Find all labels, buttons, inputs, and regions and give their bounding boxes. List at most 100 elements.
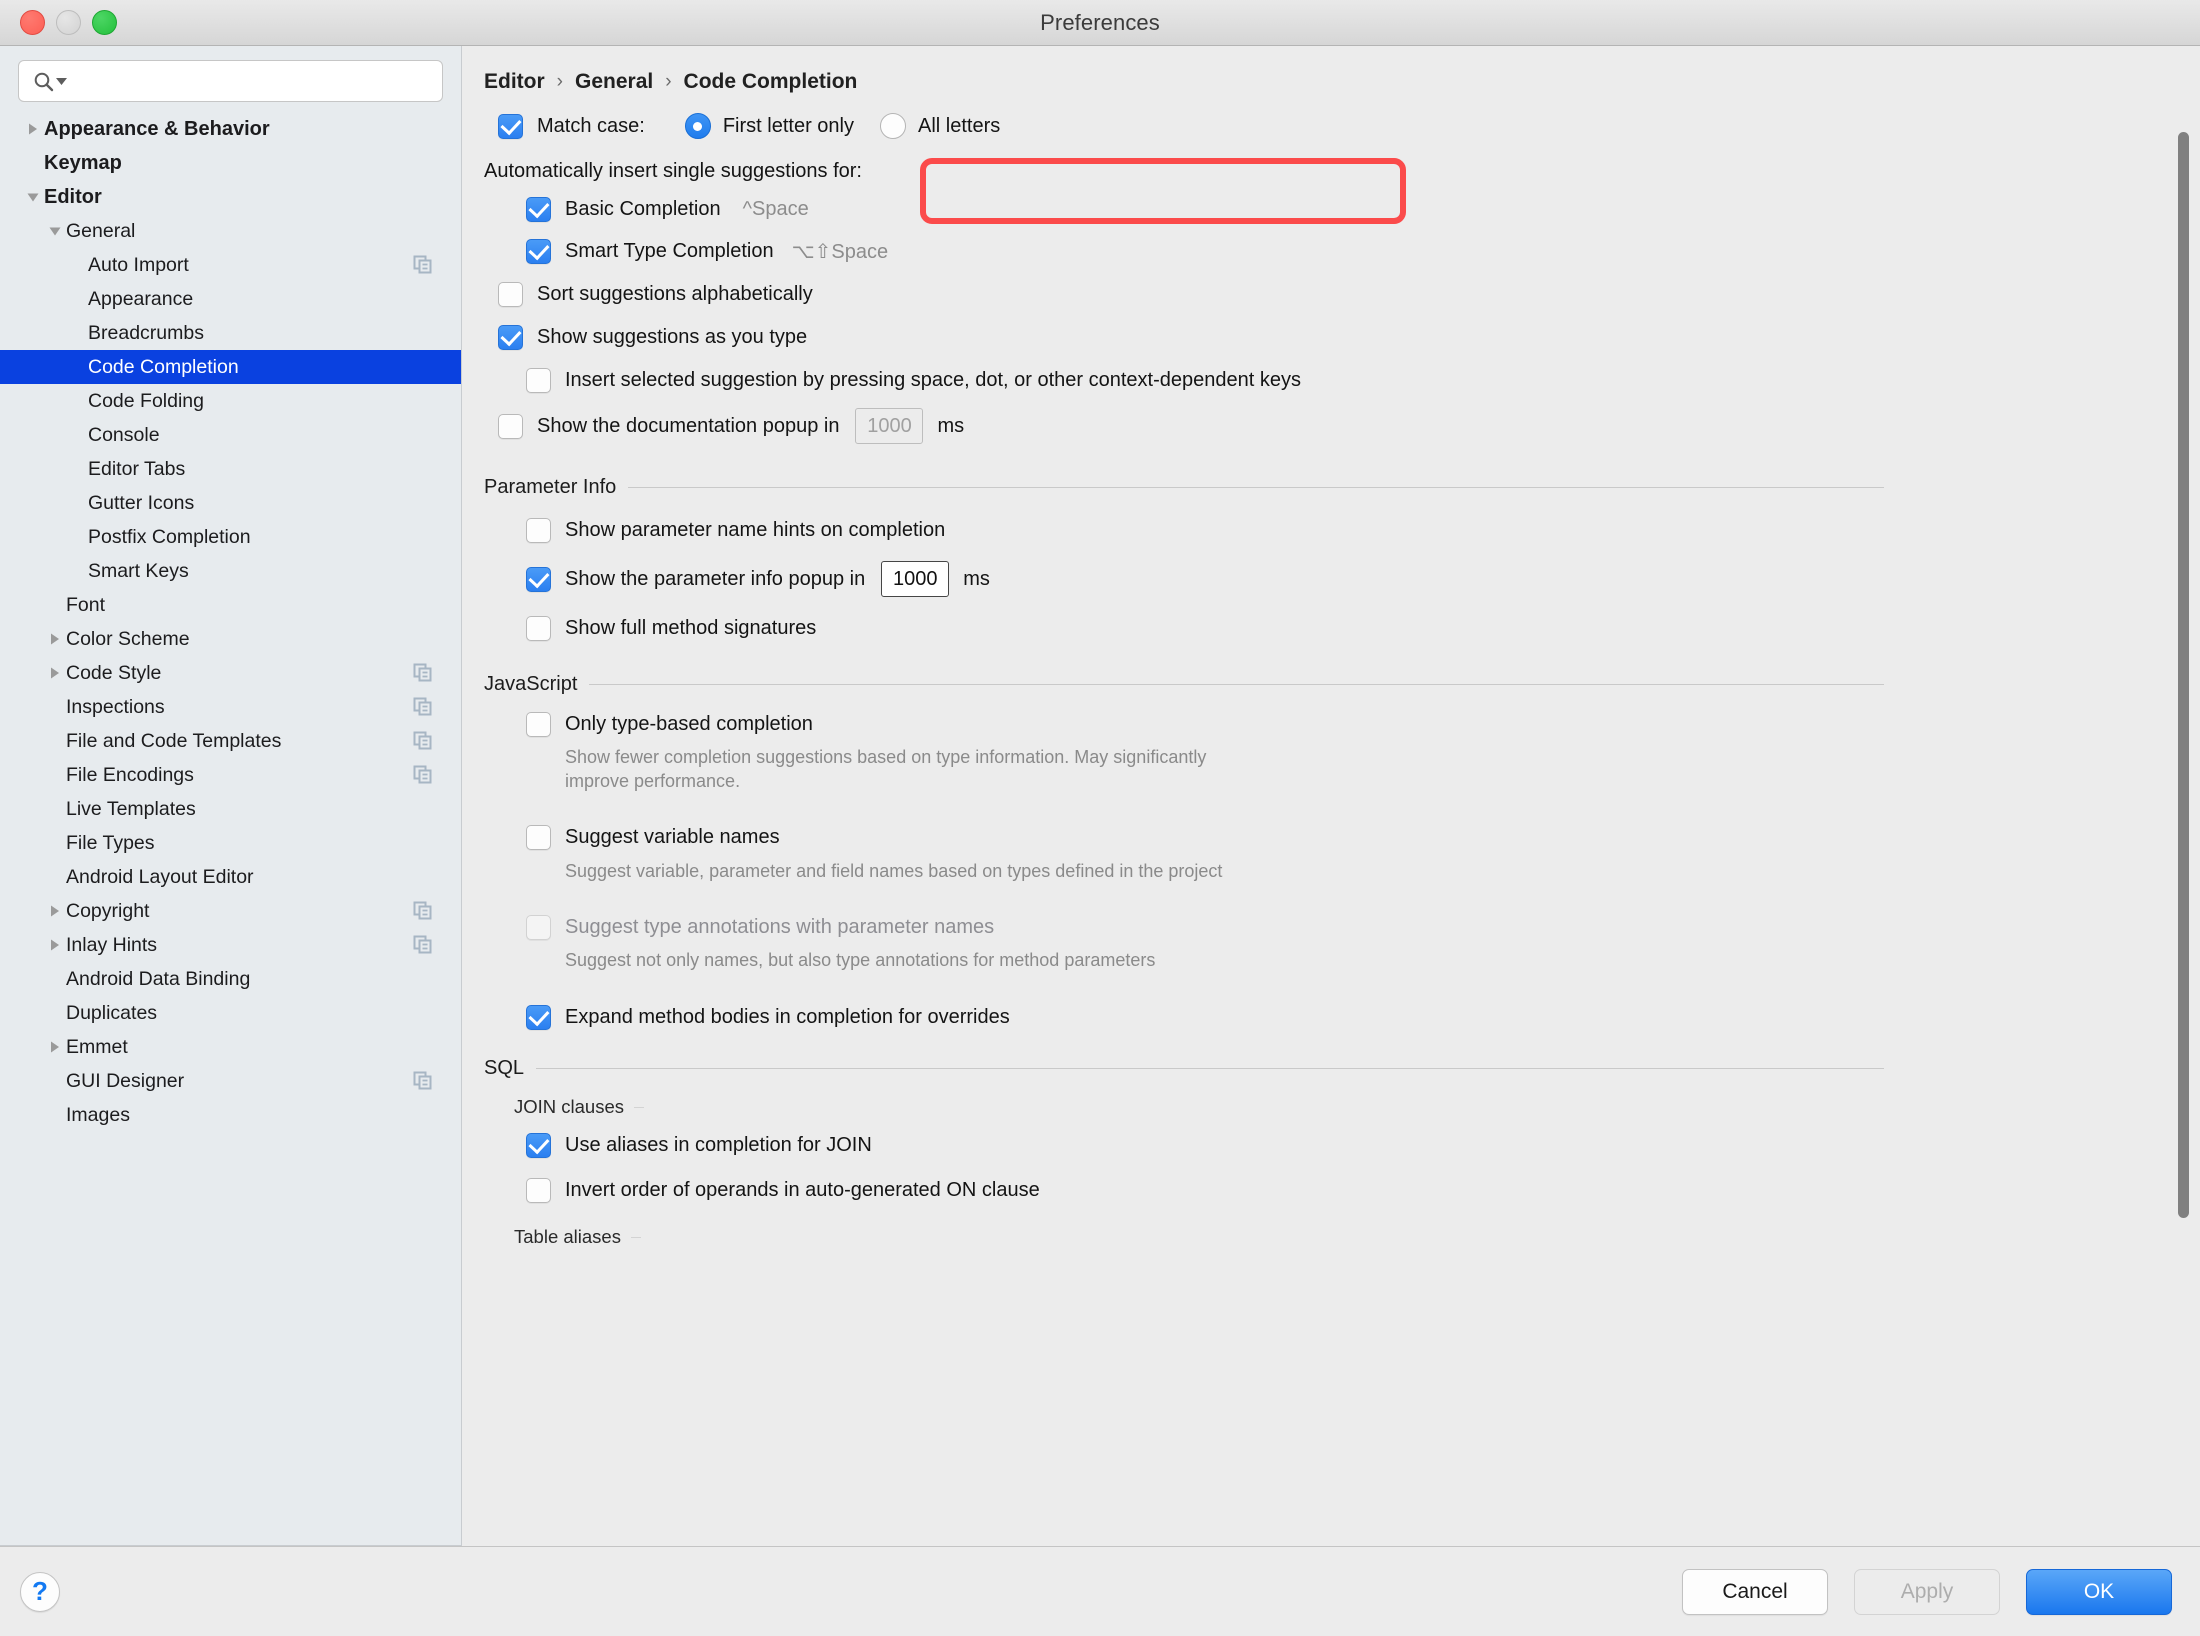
sidebar-item-color-scheme[interactable]: Color Scheme bbox=[0, 622, 461, 656]
radio-first-letter-only[interactable] bbox=[684, 113, 711, 139]
use-aliases-join-checkbox[interactable] bbox=[526, 1132, 551, 1158]
sidebar-item-smart-keys[interactable]: Smart Keys bbox=[0, 554, 461, 588]
sidebar-item-android-layout-editor[interactable]: Android Layout Editor bbox=[0, 860, 461, 894]
breadcrumb-item-1[interactable]: General bbox=[575, 70, 653, 94]
sidebar-item-keymap[interactable]: Keymap bbox=[0, 146, 461, 180]
sidebar-item-emmet[interactable]: Emmet bbox=[0, 1030, 461, 1064]
cancel-button[interactable]: Cancel bbox=[1682, 1568, 1828, 1615]
ok-button[interactable]: OK bbox=[2026, 1568, 2172, 1615]
js-suggest-variable-names-checkbox[interactable] bbox=[526, 825, 551, 850]
sidebar-item-label: Copyright bbox=[66, 899, 150, 922]
chevron-right-icon[interactable] bbox=[44, 938, 66, 952]
breadcrumb-item-0[interactable]: Editor bbox=[484, 70, 545, 94]
breadcrumb-item-2: Code Completion bbox=[683, 70, 858, 93]
param-info-popup-checkbox[interactable] bbox=[526, 566, 551, 592]
sidebar-item-general[interactable]: General bbox=[0, 214, 461, 248]
sidebar-item-file-encodings[interactable]: File Encodings bbox=[0, 758, 461, 792]
smart-type-completion-checkbox[interactable] bbox=[526, 238, 551, 264]
show-suggestions-checkbox[interactable] bbox=[498, 324, 523, 350]
invert-operands-checkbox[interactable] bbox=[526, 1177, 551, 1203]
copy-settings-icon[interactable] bbox=[413, 663, 433, 683]
sidebar-item-appearance[interactable]: Appearance bbox=[0, 282, 461, 316]
sidebar-item-gutter-icons[interactable]: Gutter Icons bbox=[0, 486, 461, 520]
copy-settings-icon[interactable] bbox=[413, 935, 433, 955]
sidebar-item-duplicates[interactable]: Duplicates bbox=[0, 996, 461, 1030]
sidebar-item-inspections[interactable]: Inspections bbox=[0, 690, 461, 724]
breadcrumb-separator-icon: › bbox=[665, 71, 672, 92]
content-vertical-scrollbar[interactable] bbox=[2178, 132, 2189, 1218]
full-signatures-checkbox[interactable] bbox=[526, 615, 551, 641]
preferences-window: Preferences Appearance & Behavior Keymap… bbox=[0, 0, 2200, 1636]
chevron-right-icon[interactable] bbox=[22, 122, 44, 136]
insert-selected-checkbox[interactable] bbox=[526, 367, 551, 393]
copy-settings-icon[interactable] bbox=[413, 255, 433, 275]
sidebar-item-file-and-code-templates[interactable]: File and Code Templates bbox=[0, 724, 461, 758]
javascript-section-header: JavaScript bbox=[484, 673, 1884, 696]
js-only-type-based-description: Show fewer completion suggestions based … bbox=[565, 747, 1207, 791]
sidebar-item-inlay-hints[interactable]: Inlay Hints bbox=[0, 928, 461, 962]
settings-tree[interactable]: Appearance & Behavior Keymap Editor General… bbox=[0, 112, 461, 1545]
copy-settings-icon[interactable] bbox=[413, 731, 433, 751]
copy-settings-icon[interactable] bbox=[413, 765, 433, 785]
sidebar-item-code-completion[interactable]: Code Completion bbox=[0, 350, 461, 384]
search-input[interactable] bbox=[75, 70, 432, 92]
chevron-right-icon[interactable] bbox=[44, 1040, 66, 1054]
match-case-row: Match case: First letter only All letter… bbox=[498, 98, 2200, 154]
expand-method-bodies-checkbox[interactable] bbox=[526, 1004, 551, 1030]
js-suggest-variable-names-label: Suggest variable names bbox=[565, 826, 780, 848]
full-signatures-row: Show full method signatures bbox=[526, 605, 2200, 651]
chevron-down-icon[interactable] bbox=[22, 190, 44, 204]
js-suggest-variable-names-description: Suggest variable, parameter and field na… bbox=[565, 860, 1223, 881]
radio-all-letters[interactable] bbox=[879, 113, 906, 139]
param-info-popup-delay-input[interactable]: 1000 bbox=[881, 561, 950, 597]
js-suggest-type-annotations-group: Suggest type annotations with parameter … bbox=[526, 907, 2200, 973]
js-suggest-type-annotations-description: Suggest not only names, but also type an… bbox=[565, 950, 1156, 971]
sidebar-item-gui-designer[interactable]: GUI Designer bbox=[0, 1064, 461, 1098]
js-only-type-based-checkbox[interactable] bbox=[526, 711, 551, 737]
join-clauses-subgroup-header: JOIN clauses bbox=[514, 1096, 2200, 1118]
sidebar-item-editor-tabs[interactable]: Editor Tabs bbox=[0, 452, 461, 486]
sidebar-item-label: Android Layout Editor bbox=[66, 865, 254, 888]
chevron-right-icon[interactable] bbox=[44, 632, 66, 646]
chevron-down-icon[interactable] bbox=[44, 224, 66, 238]
sidebar-item-file-types[interactable]: File Types bbox=[0, 826, 461, 860]
chevron-right-icon[interactable] bbox=[44, 904, 66, 918]
sort-suggestions-checkbox[interactable] bbox=[498, 281, 523, 307]
sidebar-item-postfix-completion[interactable]: Postfix Completion bbox=[0, 520, 461, 554]
smart-type-completion-shortcut: ⌥⇧Space bbox=[791, 240, 889, 263]
match-case-label: Match case: bbox=[537, 114, 645, 137]
param-name-hints-checkbox[interactable] bbox=[526, 517, 551, 543]
sidebar-item-auto-import[interactable]: Auto Import bbox=[0, 248, 461, 282]
sidebar-item-android-data-binding[interactable]: Android Data Binding bbox=[0, 962, 461, 996]
sidebar-item-font[interactable]: Font bbox=[0, 588, 461, 622]
use-aliases-join-label: Use aliases in completion for JOIN bbox=[565, 1133, 872, 1156]
sidebar-item-label: Postfix Completion bbox=[88, 525, 251, 548]
sidebar-item-label: Inspections bbox=[66, 695, 165, 718]
parameter-info-section-divider bbox=[628, 487, 1884, 488]
match-case-checkbox[interactable] bbox=[498, 113, 523, 139]
sidebar-item-label: File Encodings bbox=[66, 763, 194, 786]
sidebar-item-label: Android Data Binding bbox=[66, 967, 251, 990]
sidebar-item-label: Inlay Hints bbox=[66, 933, 158, 956]
sidebar-item-code-style[interactable]: Code Style bbox=[0, 656, 461, 690]
sidebar-item-appearance-behavior[interactable]: Appearance & Behavior bbox=[0, 112, 461, 146]
basic-completion-checkbox[interactable] bbox=[526, 196, 551, 222]
sidebar-item-copyright[interactable]: Copyright bbox=[0, 894, 461, 928]
sidebar-item-live-templates[interactable]: Live Templates bbox=[0, 792, 461, 826]
sidebar-item-images[interactable]: Images bbox=[0, 1098, 461, 1132]
copy-settings-icon[interactable] bbox=[413, 1071, 433, 1091]
sidebar-item-console[interactable]: Console bbox=[0, 418, 461, 452]
help-button[interactable]: ? bbox=[20, 1571, 60, 1612]
sidebar-item-code-folding[interactable]: Code Folding bbox=[0, 384, 461, 418]
sidebar-item-breadcrumbs[interactable]: Breadcrumbs bbox=[0, 316, 461, 350]
copy-settings-icon[interactable] bbox=[413, 697, 433, 717]
parameter-info-section-header: Parameter Info bbox=[484, 476, 1884, 499]
doc-popup-checkbox[interactable] bbox=[498, 413, 523, 439]
chevron-right-icon[interactable] bbox=[44, 666, 66, 680]
auto-insert-group-label-row: Automatically insert single suggestions … bbox=[484, 154, 2200, 188]
sidebar-item-editor[interactable]: Editor bbox=[0, 180, 461, 214]
sidebar-item-label: File Types bbox=[66, 831, 155, 854]
copy-settings-icon[interactable] bbox=[413, 901, 433, 921]
search-box[interactable] bbox=[18, 60, 443, 102]
doc-popup-delay-input[interactable]: 1000 bbox=[855, 408, 924, 444]
